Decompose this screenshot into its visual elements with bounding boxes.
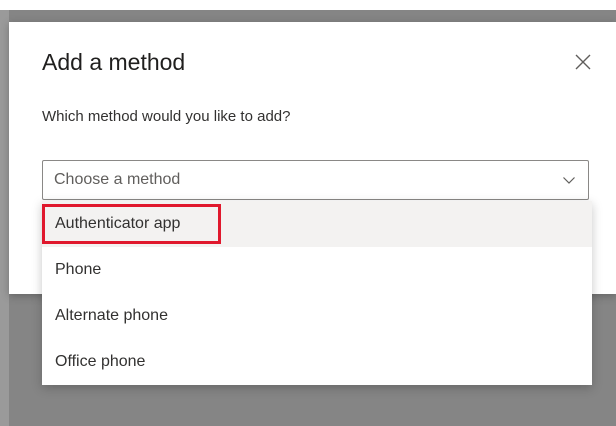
option-label: Phone xyxy=(55,261,102,278)
option-label: Alternate phone xyxy=(55,307,168,324)
method-options-list: Authenticator app Phone Alternate phone … xyxy=(42,201,592,385)
option-phone[interactable]: Phone xyxy=(42,247,592,293)
option-label: Office phone xyxy=(55,353,146,370)
option-office-phone[interactable]: Office phone xyxy=(42,339,592,385)
method-dropdown[interactable]: Choose a method xyxy=(42,160,589,200)
chevron-down-icon xyxy=(563,177,575,184)
page-top-strip xyxy=(0,0,616,10)
page-background-edge xyxy=(0,10,9,426)
dropdown-value: Choose a method xyxy=(54,171,181,188)
option-alternate-phone[interactable]: Alternate phone xyxy=(42,293,592,339)
method-question: Which method would you like to add? xyxy=(42,108,291,125)
dialog-title: Add a method xyxy=(42,49,186,75)
option-authenticator-app[interactable]: Authenticator app xyxy=(42,201,592,247)
close-button[interactable] xyxy=(571,50,595,74)
option-label: Authenticator app xyxy=(55,215,181,232)
close-icon xyxy=(575,54,591,70)
